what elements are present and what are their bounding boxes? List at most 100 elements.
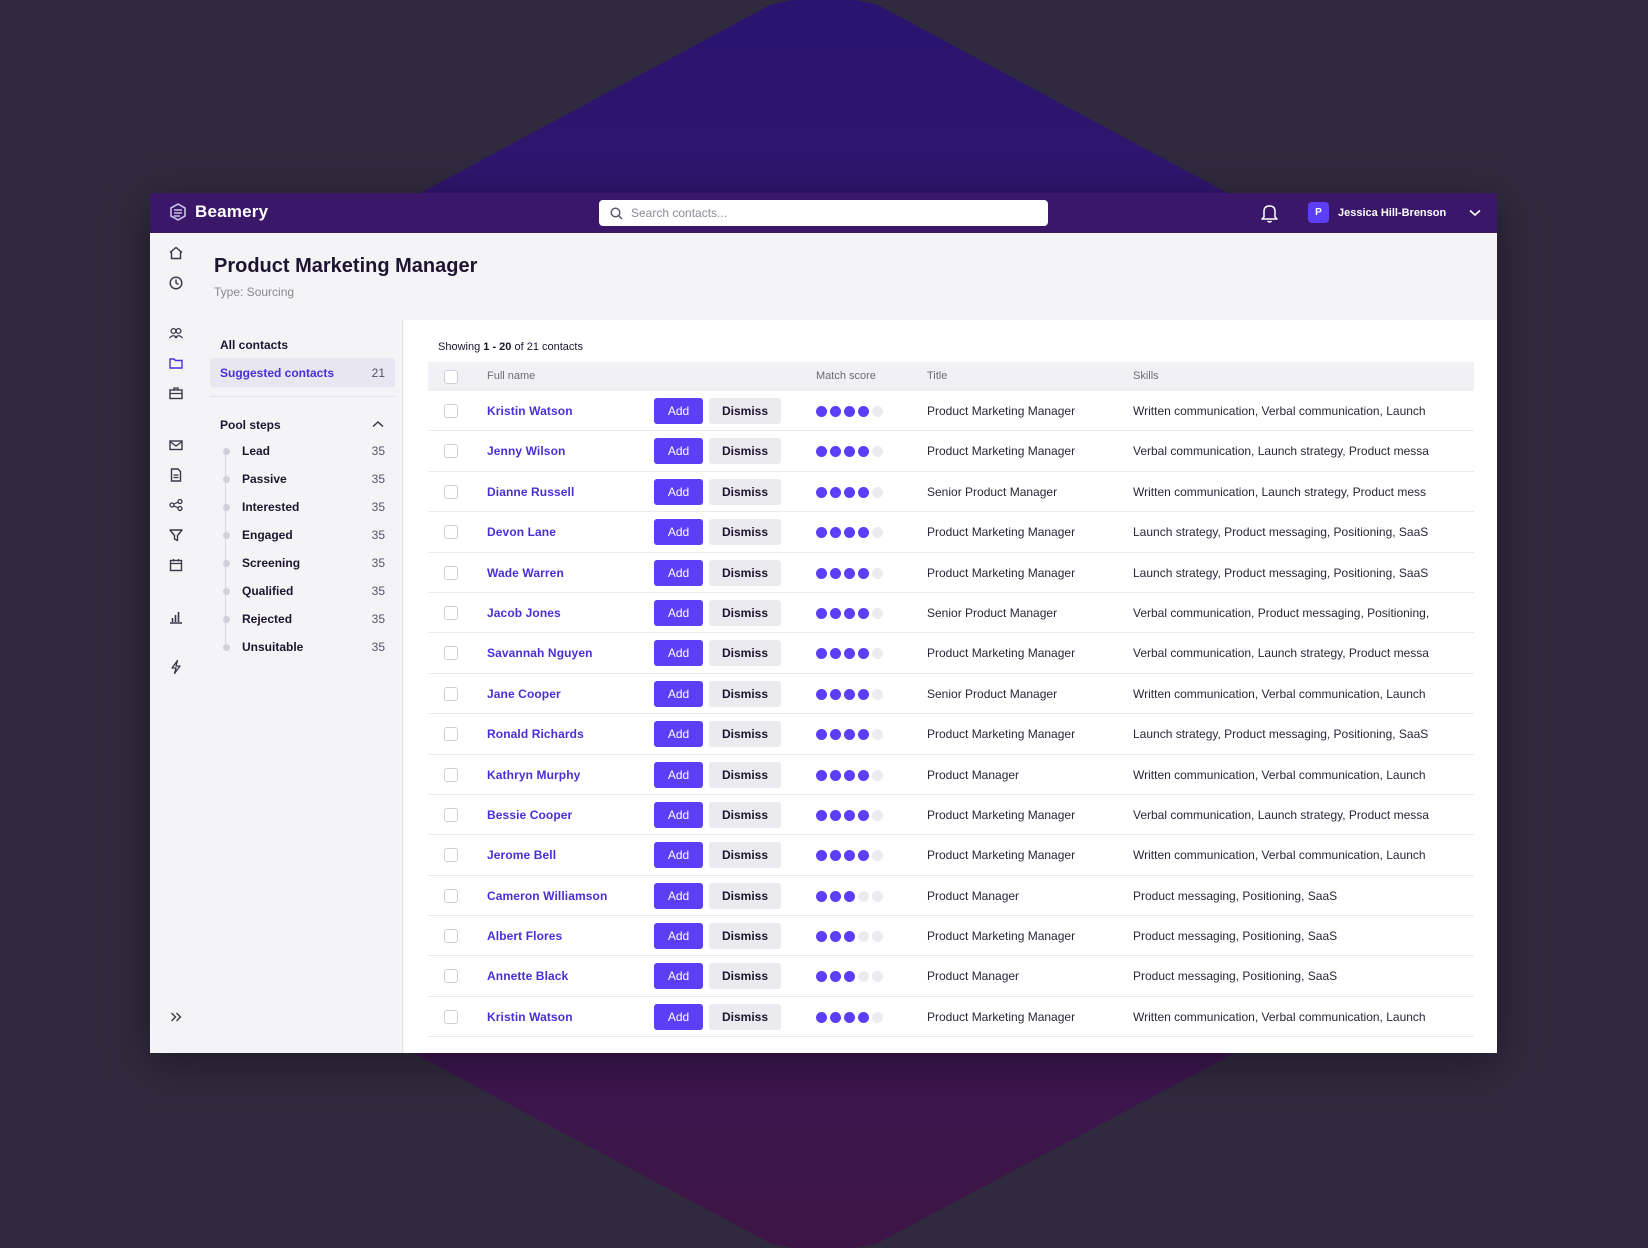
suggested-contacts-link[interactable]: Suggested contacts 21 [210, 358, 395, 387]
table-row[interactable]: Annette Black Add Dismiss Product Manager Pr… [428, 956, 1474, 997]
lightning-icon[interactable] [168, 659, 184, 675]
dismiss-button[interactable]: Dismiss [709, 559, 781, 586]
dismiss-button[interactable]: Dismiss [709, 801, 781, 828]
row-checkbox[interactable] [444, 484, 458, 499]
add-button[interactable]: Add [654, 761, 703, 788]
table-row[interactable]: Jane Cooper Add Dismiss Senior Product Mana… [428, 674, 1474, 715]
add-button[interactable]: Add [654, 438, 703, 465]
dismiss-button[interactable]: Dismiss [709, 680, 781, 707]
contact-name-link[interactable]: Jane Cooper [487, 687, 561, 701]
filter-icon[interactable] [168, 527, 184, 543]
bar-chart-icon[interactable] [168, 609, 184, 625]
contact-name-link[interactable]: Wade Warren [487, 566, 564, 580]
pool-step-unsuitable[interactable]: Unsuitable 35 [220, 638, 395, 658]
contact-name-link[interactable]: Ronald Richards [487, 727, 584, 741]
contact-name-link[interactable]: Dianne Russell [487, 485, 574, 499]
pool-step-engaged[interactable]: Engaged 35 [220, 526, 395, 546]
chevron-down-icon[interactable] [1469, 209, 1481, 217]
add-button[interactable]: Add [654, 1003, 703, 1030]
contact-name-link[interactable]: Cameron Williamson [487, 889, 607, 903]
table-row[interactable]: Kristin Watson Add Dismiss Product Marketin… [428, 391, 1474, 432]
dismiss-button[interactable]: Dismiss [709, 519, 781, 546]
dismiss-button[interactable]: Dismiss [709, 842, 781, 869]
user-menu[interactable]: P Jessica Hill-Brenson [1308, 202, 1481, 223]
add-button[interactable]: Add [654, 599, 703, 626]
row-checkbox[interactable] [444, 525, 458, 540]
table-row[interactable]: Jerome Bell Add Dismiss Product Marketing M… [428, 835, 1474, 876]
app-logo[interactable]: Beamery [168, 202, 268, 222]
row-checkbox[interactable] [444, 727, 458, 742]
pool-step-interested[interactable]: Interested 35 [220, 498, 395, 518]
contact-name-link[interactable]: Albert Flores [487, 929, 562, 943]
chevron-up-icon[interactable] [372, 420, 384, 428]
search-input[interactable] [631, 206, 1031, 220]
contact-name-link[interactable]: Kristin Watson [487, 404, 573, 418]
table-row[interactable]: Kristin Watson Add Dismiss Product Marketin… [428, 997, 1474, 1038]
row-checkbox[interactable] [444, 444, 458, 459]
pool-step-rejected[interactable]: Rejected 35 [220, 610, 395, 630]
contact-name-link[interactable]: Jenny Wilson [487, 444, 565, 458]
briefcase-icon[interactable] [168, 385, 184, 401]
home-icon[interactable] [168, 245, 184, 261]
add-button[interactable]: Add [654, 640, 703, 667]
dismiss-button[interactable]: Dismiss [709, 761, 781, 788]
clock-icon[interactable] [168, 275, 184, 291]
column-header-skills[interactable]: Skills [1133, 370, 1159, 382]
add-button[interactable]: Add [654, 963, 703, 990]
bell-icon[interactable] [1260, 203, 1279, 223]
contact-name-link[interactable]: Kristin Watson [487, 1010, 573, 1024]
add-button[interactable]: Add [654, 680, 703, 707]
add-button[interactable]: Add [654, 923, 703, 950]
pool-step-lead[interactable]: Lead 35 [220, 442, 395, 462]
table-row[interactable]: Cameron Williamson Add Dismiss Product Mana… [428, 876, 1474, 917]
dismiss-button[interactable]: Dismiss [709, 923, 781, 950]
dismiss-button[interactable]: Dismiss [709, 721, 781, 748]
contact-name-link[interactable]: Savannah Nguyen [487, 646, 593, 660]
row-checkbox[interactable] [444, 565, 458, 580]
add-button[interactable]: Add [654, 842, 703, 869]
table-row[interactable]: Ronald Richards Add Dismiss Product Marketi… [428, 714, 1474, 755]
double-chevron-right-icon[interactable] [168, 1009, 184, 1025]
table-row[interactable]: Dianne Russell Add Dismiss Senior Product M… [428, 472, 1474, 513]
table-row[interactable]: Bessie Cooper Add Dismiss Product Marketing… [428, 795, 1474, 836]
add-button[interactable]: Add [654, 801, 703, 828]
dismiss-button[interactable]: Dismiss [709, 438, 781, 465]
document-icon[interactable] [168, 467, 184, 483]
dismiss-button[interactable]: Dismiss [709, 478, 781, 505]
share-icon[interactable] [168, 497, 184, 513]
add-button[interactable]: Add [654, 398, 703, 424]
row-checkbox[interactable] [444, 1009, 458, 1024]
pool-step-passive[interactable]: Passive 35 [220, 470, 395, 490]
dismiss-button[interactable]: Dismiss [709, 882, 781, 909]
dismiss-button[interactable]: Dismiss [709, 599, 781, 626]
dismiss-button[interactable]: Dismiss [709, 640, 781, 667]
column-header-name[interactable]: Full name [487, 370, 535, 382]
add-button[interactable]: Add [654, 721, 703, 748]
table-row[interactable]: Devon Lane Add Dismiss Product Marketing Ma… [428, 512, 1474, 553]
add-button[interactable]: Add [654, 559, 703, 586]
folder-icon[interactable] [168, 355, 184, 371]
row-checkbox[interactable] [444, 888, 458, 903]
column-header-score[interactable]: Match score [816, 370, 876, 382]
table-row[interactable]: Jenny Wilson Add Dismiss Product Marketing … [428, 431, 1474, 472]
row-checkbox[interactable] [444, 404, 458, 418]
dismiss-button[interactable]: Dismiss [709, 1003, 781, 1030]
calendar-icon[interactable] [168, 557, 184, 573]
table-row[interactable]: Kathryn Murphy Add Dismiss Product Manager W… [428, 755, 1474, 795]
select-all-checkbox[interactable] [444, 370, 458, 384]
contact-name-link[interactable]: Kathryn Murphy [487, 768, 580, 782]
table-row[interactable]: Albert Flores Add Dismiss Product Marketing… [428, 916, 1474, 957]
row-checkbox[interactable] [444, 605, 458, 620]
row-checkbox[interactable] [444, 646, 458, 661]
add-button[interactable]: Add [654, 882, 703, 909]
row-checkbox[interactable] [444, 929, 458, 944]
column-header-title[interactable]: Title [927, 370, 947, 382]
search-bar[interactable] [599, 200, 1048, 226]
row-checkbox[interactable] [444, 767, 458, 782]
row-checkbox[interactable] [444, 807, 458, 822]
contact-name-link[interactable]: Annette Black [487, 969, 568, 983]
contact-name-link[interactable]: Bessie Cooper [487, 808, 572, 822]
add-button[interactable]: Add [654, 519, 703, 546]
table-row[interactable]: Jacob Jones Add Dismiss Senior Product Mana… [428, 593, 1474, 634]
contact-name-link[interactable]: Devon Lane [487, 525, 556, 539]
